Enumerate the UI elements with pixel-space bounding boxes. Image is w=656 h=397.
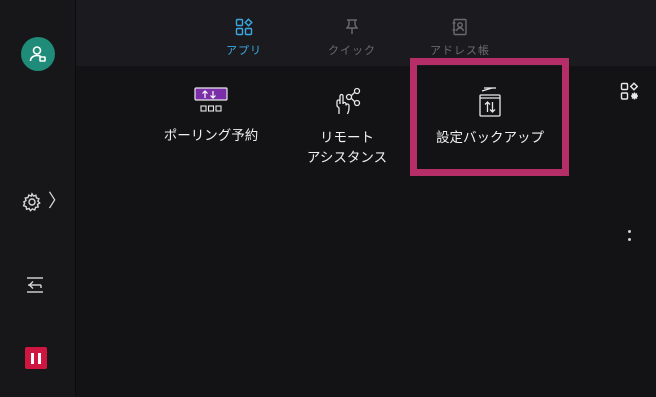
tab-quick[interactable]: クイック	[302, 18, 402, 58]
address-book-icon	[452, 18, 467, 36]
pin-icon	[345, 19, 359, 34]
tab-address-book[interactable]: アドレス帳	[410, 18, 510, 58]
tab-bar: アプリ クイック アドレス帳	[76, 0, 656, 66]
app-remote-assistance[interactable]: リモート アシスタンス	[290, 86, 404, 168]
page-indicator-dot	[628, 230, 631, 233]
app-polling-reservation[interactable]: ポーリング予約	[148, 86, 274, 146]
stop-icon	[31, 352, 34, 364]
chevron-right-icon: 〉	[48, 191, 66, 212]
grid-settings-icon	[620, 82, 639, 100]
polling-reservation-icon	[194, 87, 228, 112]
tab-apps[interactable]: アプリ	[194, 18, 294, 58]
stop-button[interactable]	[25, 347, 47, 369]
page-indicator-dot	[628, 238, 631, 241]
grid-settings-button[interactable]	[620, 82, 640, 106]
app-remote-assistance-label: リモート アシスタンス	[306, 130, 388, 166]
settings-menu-button[interactable]: 〉	[22, 192, 66, 212]
login-avatar-button[interactable]	[21, 37, 55, 71]
apps-grid-icon	[235, 18, 253, 36]
job-flow-button[interactable]	[25, 275, 45, 299]
app-polling-reservation-label: ポーリング予約	[163, 128, 259, 144]
gear-icon	[22, 192, 41, 212]
tab-apps-label: アプリ	[226, 44, 262, 57]
job-flow-icon	[27, 277, 43, 293]
tab-address-book-label: アドレス帳	[430, 44, 490, 57]
tab-quick-label: クイック	[328, 44, 376, 57]
remote-assistance-icon	[336, 87, 361, 115]
user-login-icon	[29, 46, 46, 62]
left-rail: 〉	[0, 0, 76, 397]
selection-highlight	[410, 58, 569, 176]
